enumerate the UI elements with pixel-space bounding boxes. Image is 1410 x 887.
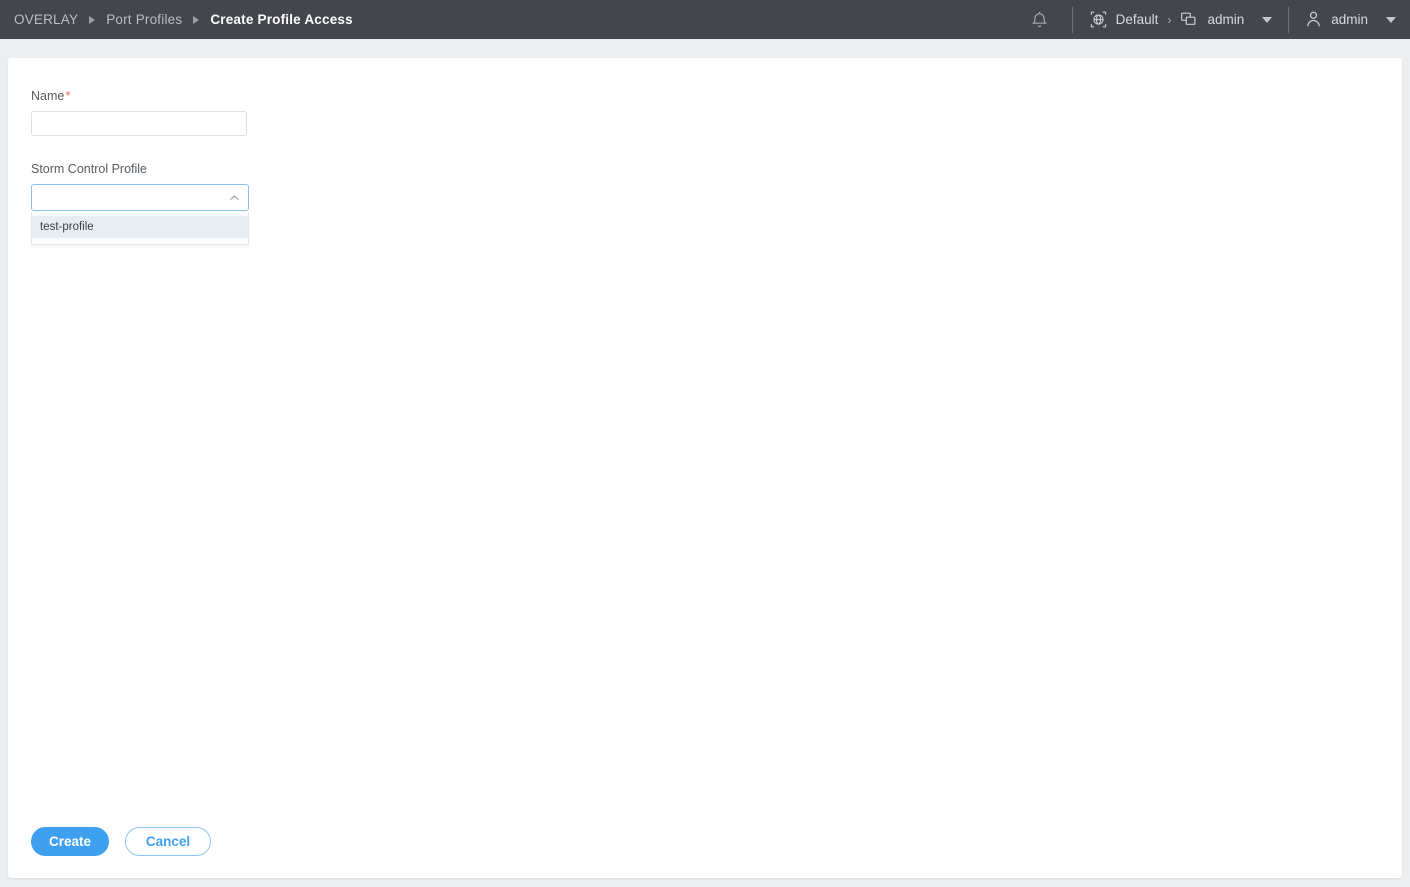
bell-icon bbox=[1031, 10, 1048, 29]
user-chevron-down-icon[interactable] bbox=[1386, 16, 1396, 23]
name-label-text: Name bbox=[31, 89, 65, 103]
cancel-button[interactable]: Cancel bbox=[125, 827, 211, 856]
storm-control-profile-label: Storm Control Profile bbox=[31, 162, 148, 176]
chevron-up-icon[interactable] bbox=[227, 194, 241, 202]
user-icon bbox=[1305, 10, 1322, 29]
group-label: admin bbox=[1207, 12, 1245, 27]
storm-control-profile-select[interactable] bbox=[31, 184, 249, 211]
header-right-controls: Default › admin admin bbox=[1023, 0, 1410, 39]
breadcrumb-item-create-profile-access: Create Profile Access bbox=[210, 12, 353, 27]
dropdown-option-test-profile[interactable]: test-profile bbox=[32, 216, 248, 238]
name-input[interactable] bbox=[31, 111, 247, 136]
header-divider bbox=[1288, 6, 1290, 33]
breadcrumb-separator-icon bbox=[78, 15, 106, 24]
user-label: admin bbox=[1331, 12, 1368, 27]
header-divider bbox=[1071, 6, 1073, 33]
storm-control-profile-dropdown: test-profile bbox=[31, 212, 249, 245]
field-spacer bbox=[31, 136, 249, 162]
org-label: Default bbox=[1115, 12, 1159, 27]
breadcrumb-separator-icon bbox=[182, 15, 210, 24]
required-asterisk: * bbox=[65, 88, 71, 103]
tenant-globe-icon bbox=[1089, 10, 1108, 29]
user-menu[interactable]: admin bbox=[1305, 0, 1396, 39]
storm-control-profile-select-wrap: test-profile bbox=[31, 184, 249, 245]
layers-group-icon bbox=[1180, 11, 1199, 29]
top-header: OVERLAY Port Profiles Create Profile Acc… bbox=[0, 0, 1410, 39]
group-selector[interactable]: admin bbox=[1180, 0, 1273, 39]
breadcrumb: OVERLAY Port Profiles Create Profile Acc… bbox=[0, 0, 353, 39]
breadcrumb-item-port-profiles[interactable]: Port Profiles bbox=[106, 12, 182, 27]
breadcrumb-item-overlay[interactable]: OVERLAY bbox=[14, 12, 78, 27]
notifications-button[interactable] bbox=[1023, 0, 1056, 39]
app-root: OVERLAY Port Profiles Create Profile Acc… bbox=[0, 0, 1410, 887]
org-selector[interactable]: Default bbox=[1089, 0, 1159, 39]
create-profile-access-form: Name* Storm Control Profile test-profile bbox=[31, 88, 249, 245]
org-group-separator-icon: › bbox=[1167, 12, 1172, 27]
group-chevron-down-icon[interactable] bbox=[1262, 16, 1273, 23]
content-card: Name* Storm Control Profile test-profile bbox=[8, 58, 1402, 878]
name-field-label: Name* bbox=[31, 88, 249, 103]
form-actions: Create Cancel bbox=[31, 827, 211, 856]
create-button[interactable]: Create bbox=[31, 827, 109, 856]
